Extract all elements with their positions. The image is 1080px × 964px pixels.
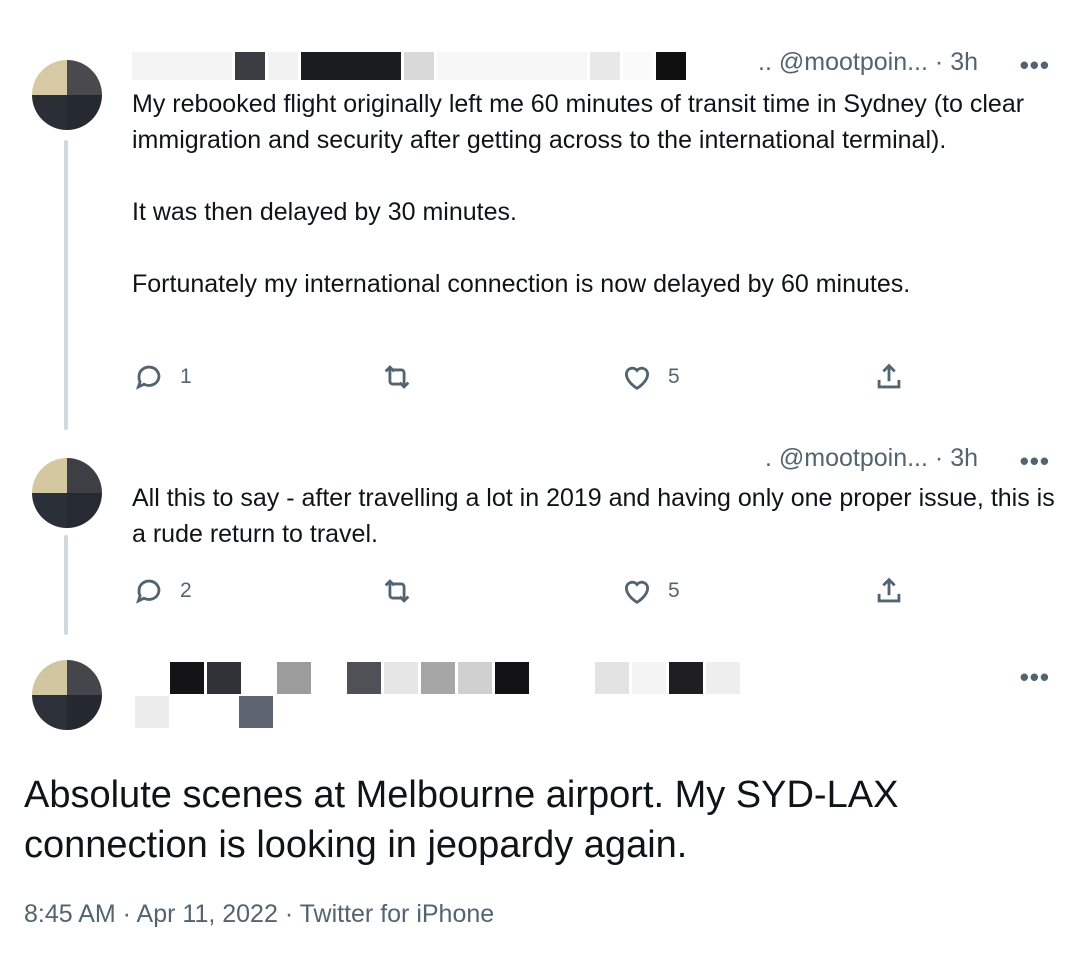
like-button[interactable]: 5 bbox=[620, 574, 680, 608]
like-icon bbox=[624, 580, 650, 604]
tweet-meta: . @mootpoin... · 3h bbox=[765, 444, 978, 473]
like-button[interactable]: 5 bbox=[620, 360, 680, 394]
username[interactable]: . @mootpoin... bbox=[765, 444, 928, 472]
retweet-icon bbox=[384, 365, 410, 389]
reply-count: 1 bbox=[180, 365, 192, 388]
tweet-actions: 1 5 bbox=[132, 360, 922, 400]
separator: · bbox=[934, 48, 944, 76]
retweet-button[interactable] bbox=[380, 360, 414, 394]
redacted-username bbox=[135, 696, 276, 728]
reply-icon bbox=[135, 579, 161, 604]
avatar[interactable] bbox=[32, 458, 102, 528]
share-icon bbox=[877, 363, 901, 389]
more-options-icon[interactable]: ••• bbox=[1020, 446, 1050, 477]
tweet-meta: .. @mootpoin... · 3h bbox=[758, 48, 978, 77]
share-button[interactable] bbox=[872, 574, 906, 608]
main-tweet-text: Absolute scenes at Melbourne airport. My… bbox=[24, 774, 899, 866]
redacted-display-name bbox=[132, 52, 689, 80]
tweet-text: All this to say - after travelling a lot… bbox=[132, 480, 1062, 552]
tweet-paragraph: My rebooked flight originally left me 60… bbox=[132, 90, 1025, 154]
reply-button[interactable]: 1 bbox=[132, 360, 192, 394]
thread-connector bbox=[64, 140, 68, 430]
tweet-time[interactable]: 3h bbox=[950, 48, 978, 76]
like-count: 5 bbox=[668, 579, 680, 602]
tweet-paragraph: Fortunately my international connection … bbox=[132, 270, 911, 298]
separator: · bbox=[934, 444, 944, 472]
reply-count: 2 bbox=[180, 579, 192, 602]
share-button[interactable] bbox=[872, 360, 906, 394]
thread-connector bbox=[64, 535, 68, 635]
retweet-button[interactable] bbox=[380, 574, 414, 608]
avatar[interactable] bbox=[32, 660, 102, 730]
like-icon bbox=[624, 366, 650, 390]
tweet-time[interactable]: 3h bbox=[950, 444, 978, 472]
reply-icon bbox=[135, 365, 161, 390]
redacted-display-name bbox=[135, 662, 743, 694]
username[interactable]: .. @mootpoin... bbox=[758, 48, 928, 76]
retweet-icon bbox=[384, 579, 410, 603]
more-options-icon[interactable]: ••• bbox=[1020, 50, 1050, 81]
tweet-actions: 2 5 bbox=[132, 574, 922, 614]
tweet-text: My rebooked flight originally left me 60… bbox=[132, 86, 1062, 302]
more-options-icon[interactable]: ••• bbox=[1020, 662, 1050, 693]
reply-button[interactable]: 2 bbox=[132, 574, 192, 608]
share-icon bbox=[877, 577, 901, 603]
avatar[interactable] bbox=[32, 60, 102, 130]
tweet-timestamp[interactable]: 8:45 AM · Apr 11, 2022 · Twitter for iPh… bbox=[24, 900, 494, 929]
like-count: 5 bbox=[668, 365, 680, 388]
tweet-paragraph: All this to say - after travelling a lot… bbox=[132, 484, 1055, 548]
tweet-paragraph: It was then delayed by 30 minutes. bbox=[132, 198, 517, 226]
